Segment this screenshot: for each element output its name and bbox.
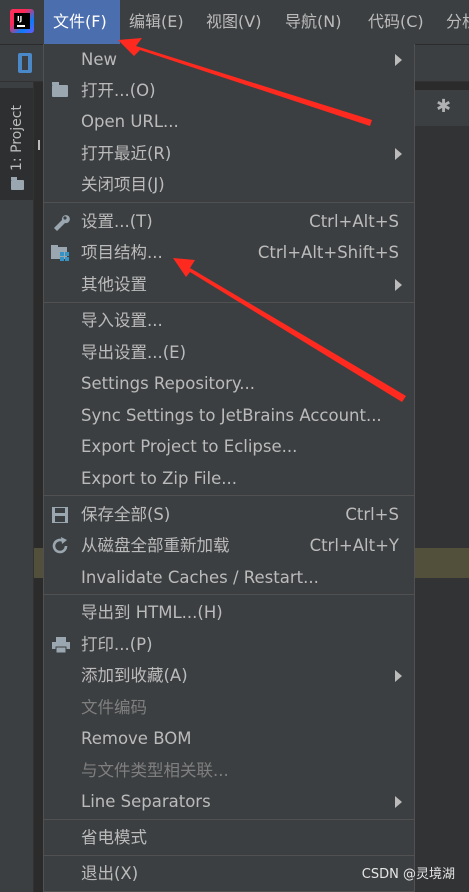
- menu-item-export-html[interactable]: 导出到 HTML...(H): [44, 597, 414, 628]
- submenu-arrow-icon: [395, 279, 402, 291]
- project-structure-toolbar-icon[interactable]: [18, 53, 32, 73]
- menu-item-label: Sync Settings to JetBrains Account...: [81, 406, 382, 425]
- menu-item-shortcut: Ctrl+Alt+Y: [309, 536, 399, 555]
- menu-item-open-recent[interactable]: 打开最近(R): [44, 138, 414, 169]
- menu-item-save-all[interactable]: 保存全部(S) Ctrl+S: [44, 499, 414, 530]
- folder-icon: [11, 177, 24, 190]
- menu-file[interactable]: 文件(F): [44, 0, 120, 44]
- menu-separator: [44, 594, 414, 595]
- menu-item-label: 关闭项目(J): [81, 175, 165, 194]
- menu-item-label: 导出设置...(E): [81, 343, 187, 362]
- menu-item-remove-bom[interactable]: Remove BOM: [44, 723, 414, 754]
- menu-item-import-settings[interactable]: 导入设置...: [44, 305, 414, 336]
- menu-item-label: 打开...(O): [81, 81, 156, 100]
- menu-separator: [44, 302, 414, 303]
- left-tool-strip: [0, 82, 34, 892]
- submenu-arrow-icon: [395, 796, 402, 808]
- menu-item-label: 保存全部(S): [81, 505, 171, 524]
- menu-item-add-to-favorites[interactable]: 添加到收藏(A): [44, 660, 414, 691]
- menu-item-label: Open URL...: [81, 112, 179, 131]
- menu-item-export-eclipse[interactable]: Export Project to Eclipse...: [44, 431, 414, 462]
- menu-item-label: 项目结构...: [81, 243, 163, 262]
- menubar: IJ 文件(F) 编辑(E) 视图(V) 导航(N) 代码(C) 分析: [0, 0, 469, 45]
- menu-item-label: 打开最近(R): [81, 144, 172, 163]
- menu-item-label: Settings Repository...: [81, 374, 256, 393]
- menu-item-export-settings[interactable]: 导出设置...(E): [44, 337, 414, 368]
- menu-item-label: 从磁盘全部重新加载: [81, 536, 230, 555]
- menu-separator: [44, 495, 414, 496]
- menu-item-project-structure[interactable]: 项目结构... Ctrl+Alt+Shift+S: [44, 237, 414, 268]
- menu-item-label: Line Separators: [81, 792, 211, 811]
- wrench-icon: [51, 213, 71, 231]
- menu-item-exit[interactable]: 退出(X): [44, 858, 414, 889]
- menu-separator: [44, 855, 414, 856]
- menu-item-label: 导出到 HTML...(H): [81, 603, 223, 622]
- menu-item-reload-from-disk[interactable]: 从磁盘全部重新加载 Ctrl+Alt+Y: [44, 530, 414, 561]
- submenu-arrow-icon: [395, 670, 402, 682]
- menu-item-label: 与文件类型相关联...: [81, 761, 229, 780]
- project-structure-icon: [51, 244, 71, 262]
- menu-view[interactable]: 视图(V): [206, 0, 261, 44]
- menu-item-print[interactable]: 打印...(P): [44, 629, 414, 660]
- menu-separator: [44, 819, 414, 820]
- menu-item-shortcut: Ctrl+Alt+Shift+S: [257, 243, 399, 262]
- menu-item-other-settings[interactable]: 其他设置: [44, 269, 414, 300]
- tree-expand-icon[interactable]: [38, 140, 40, 150]
- editor-gutter: [415, 126, 469, 892]
- reload-icon: [51, 537, 71, 555]
- submenu-arrow-icon: [395, 148, 402, 160]
- menu-item-label: Export Project to Eclipse...: [81, 437, 298, 456]
- submenu-arrow-icon: [395, 54, 402, 66]
- menu-item-label: 设置...(T): [81, 212, 153, 231]
- watermark: CSDN @灵境湖: [361, 867, 455, 882]
- menu-item-settings[interactable]: 设置...(T) Ctrl+Alt+S: [44, 206, 414, 237]
- menu-separator: [44, 202, 414, 203]
- menu-item-new[interactable]: New: [44, 44, 414, 75]
- menu-item-sync-settings[interactable]: Sync Settings to JetBrains Account...: [44, 400, 414, 431]
- project-tab-label: 1: Project: [9, 105, 25, 171]
- menu-item-label: Remove BOM: [81, 729, 192, 748]
- menu-analyze[interactable]: 分析: [446, 0, 469, 44]
- menu-item-label: 导入设置...: [81, 311, 163, 330]
- menu-item-power-save-mode[interactable]: 省电模式: [44, 822, 414, 853]
- printer-icon: [51, 636, 71, 654]
- menu-item-invalidate-caches[interactable]: Invalidate Caches / Restart...: [44, 562, 414, 593]
- menu-item-label: 打印...(P): [81, 635, 153, 654]
- menu-item-label: 添加到收藏(A): [81, 666, 188, 685]
- gear-icon[interactable]: ✱: [436, 96, 451, 117]
- file-menu-dropdown: New 打开...(O) Open URL... 打开最近(R) 关闭项目(J)…: [43, 44, 415, 892]
- folder-open-icon: [51, 82, 71, 100]
- menu-code[interactable]: 代码(C): [368, 0, 424, 44]
- menu-item-shortcut: Ctrl+Alt+S: [309, 212, 399, 231]
- menu-item-label: New: [81, 50, 117, 69]
- menu-item-export-zip[interactable]: Export to Zip File...: [44, 463, 414, 494]
- menu-item-label: 退出(X): [81, 864, 139, 883]
- menu-item-open-url[interactable]: Open URL...: [44, 106, 414, 137]
- menu-item-line-separators[interactable]: Line Separators: [44, 786, 414, 817]
- menu-item-label: 省电模式: [81, 828, 147, 847]
- intellij-logo-icon[interactable]: IJ: [10, 9, 34, 33]
- menu-item-close-project[interactable]: 关闭项目(J): [44, 169, 414, 200]
- menu-item-settings-repository[interactable]: Settings Repository...: [44, 368, 414, 399]
- menu-item-label: 其他设置: [81, 275, 147, 294]
- menu-item-label: 文件编码: [81, 698, 147, 717]
- menu-item-associate-file-type: 与文件类型相关联...: [44, 755, 414, 786]
- menu-item-label: Export to Zip File...: [81, 469, 238, 488]
- menu-navigate[interactable]: 导航(N): [285, 0, 341, 44]
- menu-item-file-encoding: 文件编码: [44, 692, 414, 723]
- menu-item-label: Invalidate Caches / Restart...: [81, 568, 319, 587]
- menu-item-shortcut: Ctrl+S: [345, 505, 399, 524]
- menu-item-open[interactable]: 打开...(O): [44, 75, 414, 106]
- save-icon: [51, 506, 71, 524]
- menu-edit[interactable]: 编辑(E): [129, 0, 184, 44]
